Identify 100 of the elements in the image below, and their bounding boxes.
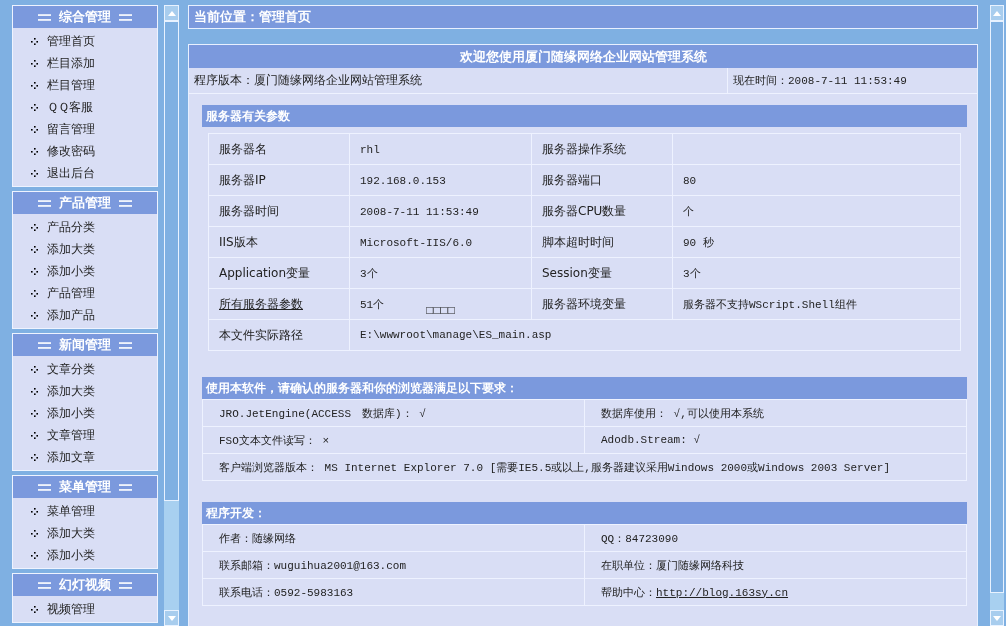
dots-icon xyxy=(31,81,38,89)
up-arrow-icon xyxy=(993,10,1001,16)
menu-item[interactable]: 添加大类 xyxy=(47,524,95,542)
current-time: 现在时间：2008-7-11 11:53:49 xyxy=(727,68,977,93)
info-text: 作者：随缘网络 xyxy=(202,524,585,552)
info-text: 联系邮箱：wuguihua2001@163.com xyxy=(202,551,585,579)
menu-item[interactable]: 添加小类 xyxy=(47,262,95,280)
version-text: 程序版本：厦门随缘网络企业网站管理系统 xyxy=(193,72,423,89)
menu-group-title: 综合管理 xyxy=(59,8,111,26)
breadcrumb: 当前位置：管理首页 xyxy=(188,5,978,29)
down-arrow-icon xyxy=(167,615,176,621)
dots-icon xyxy=(31,169,38,177)
param-label: IIS版本 xyxy=(208,226,350,258)
menu-item[interactable]: ＱＱ客服 xyxy=(47,98,93,116)
dots-icon xyxy=(31,551,38,559)
param-label: 服务器名 xyxy=(208,133,350,165)
dots-icon xyxy=(31,267,38,275)
dots-icon xyxy=(31,37,38,45)
help-link[interactable]: http://blog.163sy.cn xyxy=(656,586,789,599)
param-value: 192.168.0.153 xyxy=(360,175,446,187)
menu-item[interactable]: 栏目添加 xyxy=(47,54,95,72)
param-value: rhl xyxy=(360,144,380,156)
welcome-title: 欢迎您使用厦门随缘网络企业网站管理系统 xyxy=(189,45,977,68)
menu-item[interactable]: 添加文章 xyxy=(47,448,95,466)
menu-item[interactable]: 栏目管理 xyxy=(47,76,95,94)
menu-item[interactable]: 管理首页 xyxy=(47,32,95,50)
garbled-text: □□□□ xyxy=(426,303,455,318)
param-value: 51个 xyxy=(360,298,385,311)
down-arrow-icon xyxy=(993,615,1001,621)
requirement-text: 数据库使用： √,可以使用本系统 xyxy=(584,399,967,427)
requirement-text: FSO文本文件读写： × xyxy=(202,426,585,454)
menu-group-title: 新闻管理 xyxy=(59,336,111,354)
scrollbar-thumb[interactable] xyxy=(164,21,179,501)
dots-icon xyxy=(31,605,38,613)
menu-item[interactable]: 菜单管理 xyxy=(47,502,95,520)
menu-item[interactable]: 修改密码 xyxy=(47,142,95,160)
scrollbar-thumb[interactable] xyxy=(990,21,1004,593)
param-value: 3个 xyxy=(360,267,378,280)
scroll-down-button[interactable] xyxy=(164,610,179,626)
lines-icon xyxy=(38,13,51,21)
dots-icon xyxy=(31,387,38,395)
menu-item[interactable]: 添加产品 xyxy=(47,306,95,324)
requirement-text: 客户端浏览器版本： MS Internet Explorer 7.0 [需要IE5.5或以上,服务器建议采用Windows 2000或Windows 2003 Server] xyxy=(202,453,967,481)
param-label: 本文件实际路径 xyxy=(208,319,350,351)
param-label: 服务器CPU数量 xyxy=(531,195,673,227)
scroll-down-button[interactable] xyxy=(990,610,1004,626)
lines-icon xyxy=(38,199,51,207)
lines-icon xyxy=(119,483,132,491)
param-value: Microsoft-IIS/6.0 xyxy=(360,237,473,249)
dots-icon xyxy=(31,125,38,133)
dots-icon xyxy=(31,223,38,231)
lines-icon xyxy=(119,13,132,21)
menu-item[interactable]: 文章分类 xyxy=(47,360,95,378)
param-label: Application变量 xyxy=(208,257,350,289)
menu-item[interactable]: 添加大类 xyxy=(47,382,95,400)
param-value: 2008-7-11 11:53:49 xyxy=(360,206,479,218)
menu-item[interactable]: 添加大类 xyxy=(47,240,95,258)
dots-icon xyxy=(31,289,38,297)
dots-icon xyxy=(31,365,38,373)
param-label: 服务器环境变量 xyxy=(531,288,673,320)
lines-icon xyxy=(38,581,51,589)
param-label: 服务器端口 xyxy=(531,164,673,196)
menu-item[interactable]: 文章管理 xyxy=(47,426,95,444)
section-header: 服务器有关参数 xyxy=(202,105,967,127)
menu-item[interactable]: 留言管理 xyxy=(47,120,95,138)
param-value: E:\wwwroot\manage\ES_main.asp xyxy=(349,319,961,351)
menu-group-title: 幻灯视频 xyxy=(59,576,111,594)
dots-icon xyxy=(31,409,38,417)
menu-item[interactable]: 退出后台 xyxy=(47,164,95,182)
dots-icon xyxy=(31,431,38,439)
param-value: 90 秒 xyxy=(683,236,714,249)
up-arrow-icon xyxy=(167,10,176,16)
dots-icon xyxy=(31,311,38,319)
requirement-text: JRO.JetEngine(ACCESS 数据库)： √ xyxy=(202,399,585,427)
param-value: 3个 xyxy=(683,267,701,280)
info-text: 联系电话：0592-5983163 xyxy=(202,578,585,606)
menu-item[interactable]: 视频管理 xyxy=(47,600,95,618)
requirement-text: Adodb.Stream: √ xyxy=(584,426,967,454)
param-value: 80 xyxy=(683,175,697,187)
menu-item[interactable]: 产品管理 xyxy=(47,284,95,302)
lines-icon xyxy=(38,483,51,491)
param-value: 服务器不支持WScript.Shell组件 xyxy=(683,298,857,311)
menu-item[interactable]: 产品分类 xyxy=(47,218,95,236)
dots-icon xyxy=(31,59,38,67)
dots-icon xyxy=(31,147,38,155)
section-header: 使用本软件，请确认的服务器和你的浏览器满足以下要求： xyxy=(202,377,967,399)
info-text: 在职单位：厦门随缘网络科技 xyxy=(584,551,967,579)
dots-icon xyxy=(31,529,38,537)
dots-icon xyxy=(31,453,38,461)
scroll-up-button[interactable] xyxy=(990,5,1004,21)
menu-group-title: 菜单管理 xyxy=(59,478,111,496)
menu-item[interactable]: 添加小类 xyxy=(47,404,95,422)
menu-item[interactable]: 添加小类 xyxy=(47,546,95,564)
info-label: 帮助中心： xyxy=(601,586,656,599)
param-label: 脚本超时时间 xyxy=(531,226,673,258)
scroll-up-button[interactable] xyxy=(164,5,179,21)
lines-icon xyxy=(119,199,132,207)
dots-icon xyxy=(31,103,38,111)
dots-icon xyxy=(31,507,38,515)
param-label: 服务器操作系统 xyxy=(531,133,673,165)
